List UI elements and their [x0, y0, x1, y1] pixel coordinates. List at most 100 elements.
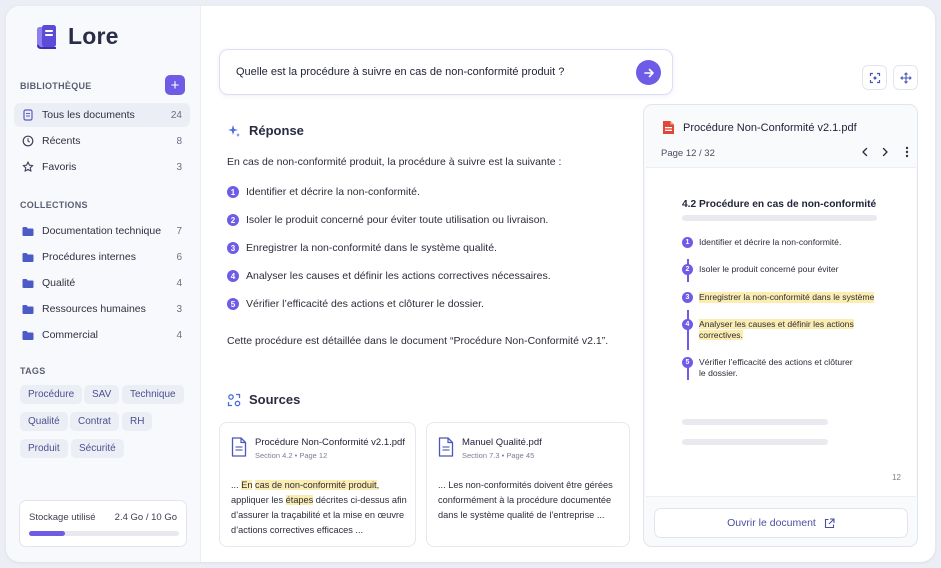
move-button[interactable]: [893, 65, 918, 90]
answer-header: Réponse: [227, 123, 304, 138]
document-file-icon: [438, 437, 454, 457]
source-card[interactable]: Manuel Qualité.pdf Section 7.3 • Page 45…: [426, 422, 630, 547]
text-placeholder-bar: [682, 439, 828, 445]
tag-contrat[interactable]: Contrat: [70, 412, 119, 431]
question-input[interactable]: Quelle est la procédure à suivre en cas …: [219, 49, 673, 95]
clock-icon: [22, 135, 34, 147]
step-number: 5: [227, 298, 239, 310]
storage-value: 2.4 Go / 10 Go: [114, 512, 177, 523]
more-options-button[interactable]: [900, 145, 914, 159]
folder-icon: [22, 225, 34, 237]
pdf-file-icon: [663, 121, 674, 134]
question-text: Quelle est la procédure à suivre en cas …: [236, 66, 565, 78]
sidebar-item-count: 8: [176, 135, 182, 147]
tag-rh[interactable]: RH: [122, 412, 153, 431]
answer-step: 4 Analyser les causes et définir les act…: [227, 270, 551, 282]
sidebar-item-count: 3: [176, 303, 182, 315]
add-document-button[interactable]: +: [165, 75, 185, 95]
source-excerpt: ... En cas de non-conformité produit, ap…: [231, 478, 407, 538]
step-number: 2: [682, 264, 693, 275]
open-document-label: Ouvrir le document: [727, 517, 816, 529]
focus-button[interactable]: [862, 65, 887, 90]
sidebar-item-label: Tous les documents: [42, 109, 135, 121]
storage-progress-track: [29, 531, 179, 536]
previous-page-button[interactable]: [858, 145, 872, 159]
excerpt-text: ... Les non-conformités doivent être gér…: [438, 480, 613, 520]
next-page-button[interactable]: [878, 145, 892, 159]
step-text-wrap: Analyser les causes et définir les actio…: [699, 319, 859, 341]
source-title: Procédure Non-Conformité v2.1.pdf: [255, 437, 405, 448]
document-heading: 4.2 Procédure en cas de non-conformité: [682, 199, 877, 210]
step-number: 1: [682, 237, 693, 248]
sidebar-item-label: Ressources humaines: [42, 303, 146, 315]
storage-widget: Stockage utilisé 2.4 Go / 10 Go: [19, 500, 187, 547]
document-step: 5 Vérifier l’efficacité des actions et c…: [682, 357, 872, 379]
external-link-icon: [824, 517, 835, 528]
sources-title: Sources: [249, 392, 301, 407]
answer-step: 3 Enregistrer la non-conformité dans le …: [227, 242, 497, 254]
send-button[interactable]: [636, 60, 661, 85]
document-step-highlighted: 3 Enregistrer la non-conformité dans le …: [682, 292, 875, 303]
sidebar-item-label: Procédures internes: [42, 251, 136, 263]
viewer-title-row: Procédure Non-Conformité v2.1.pdf: [662, 120, 857, 135]
sidebar-item-favorites[interactable]: Favoris 3: [14, 155, 190, 179]
excerpt-highlight: étapes: [285, 495, 314, 505]
sidebar-item-qualite[interactable]: Qualité 4: [14, 271, 190, 295]
logo-books-icon: [35, 24, 61, 50]
sidebar-item-commercial[interactable]: Commercial 4: [14, 323, 190, 347]
open-document-button[interactable]: Ouvrir le document: [654, 508, 908, 538]
sidebar-item-procedures-internes[interactable]: Procédures internes 6: [14, 245, 190, 269]
sidebar-item-all-documents[interactable]: Tous les documents 24: [14, 103, 190, 127]
source-excerpt: ... Les non-conformités doivent être gér…: [438, 478, 614, 523]
sidebar-item-recent[interactable]: Récents 8: [14, 129, 190, 153]
document-file-icon: [231, 437, 247, 457]
step-text: Isoler le produit concerné pour éviter t…: [246, 214, 549, 226]
tag-technique[interactable]: Technique: [122, 385, 184, 404]
star-icon: [22, 161, 34, 173]
source-meta: Section 4.2 • Page 12: [255, 451, 328, 460]
source-meta: Section 7.3 • Page 45: [462, 451, 535, 460]
document-step: 2 Isoler le produit concerné pour éviter: [682, 264, 839, 275]
tag-securite[interactable]: Sécurité: [71, 439, 124, 458]
answer-intro: En cas de non-conformité produit, la pro…: [227, 156, 562, 168]
step-number: 4: [227, 270, 239, 282]
tags-section-title: TAGS: [20, 366, 46, 376]
document-step: 1 Identifier et décrire la non-conformit…: [682, 237, 841, 248]
step-number: 2: [227, 214, 239, 226]
tag-produit[interactable]: Produit: [20, 439, 68, 458]
step-text: Enregistrer la non-conformité dans le sy…: [246, 242, 497, 254]
sidebar-item-label: Récents: [42, 135, 81, 147]
logo[interactable]: Lore: [35, 23, 119, 50]
step-text: Vérifier l’efficacité des actions et clô…: [699, 357, 853, 378]
tag-sav[interactable]: SAV: [84, 385, 120, 404]
step-text: Analyser les causes et définir les actio…: [699, 319, 854, 340]
focus-icon: [869, 72, 880, 83]
answer-step: 2 Isoler le produit concerné pour éviter…: [227, 214, 548, 226]
step-text: Identifier et décrire la non-conformité.: [246, 186, 420, 198]
folder-icon: [22, 251, 34, 263]
sidebar-item-count: 7: [176, 225, 182, 237]
sidebar-item-count: 4: [176, 277, 182, 289]
tag-procedure[interactable]: Procédure: [20, 385, 83, 404]
tag-qualite[interactable]: Qualité: [20, 412, 68, 431]
step-text: Analyser les causes et définir les actio…: [246, 270, 551, 282]
library-section-title: BIBLIOTHÈQUE: [20, 81, 92, 91]
more-vertical-icon: [905, 146, 909, 158]
folder-icon: [22, 303, 34, 315]
move-icon: [899, 71, 912, 84]
step-text: Identifier et décrire la non-conformité.: [699, 237, 842, 247]
app-name: Lore: [68, 23, 119, 49]
sources-icon: [227, 393, 241, 406]
answer-step: 1 Identifier et décrire la non-conformit…: [227, 186, 420, 198]
text-placeholder-bar: [682, 215, 877, 221]
sidebar-item-label: Commercial: [42, 329, 99, 341]
sidebar-item-documentation-technique[interactable]: Documentation technique 7: [14, 219, 190, 243]
sidebar-item-label: Documentation technique: [42, 225, 162, 237]
source-card[interactable]: Procédure Non-Conformité v2.1.pdf Sectio…: [219, 422, 416, 547]
step-text: Vérifier l’efficacité des actions et clô…: [246, 298, 484, 310]
sidebar-item-ressources-humaines[interactable]: Ressources humaines 3: [14, 297, 190, 321]
answer-step: 5 Vérifier l’efficacité des actions et c…: [227, 298, 484, 310]
document-icon: [22, 109, 34, 121]
sparkle-icon: [228, 124, 240, 137]
step-number: 3: [682, 292, 693, 303]
